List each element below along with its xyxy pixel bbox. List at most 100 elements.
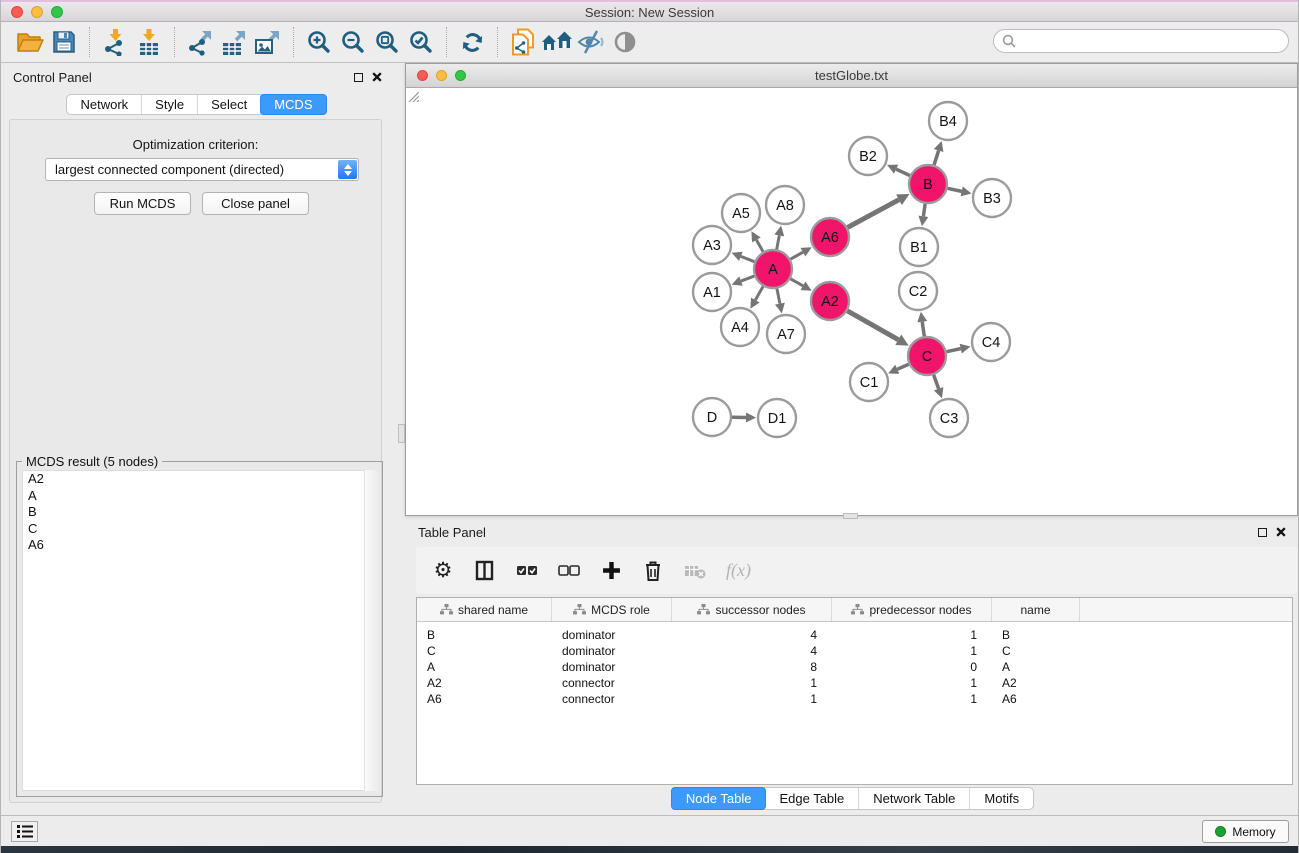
zoom-fit-icon[interactable] [370,25,404,59]
mcds-result-item[interactable]: C [23,521,376,538]
show-graphics-details-icon[interactable] [608,25,642,59]
table-cell[interactable]: 4 [672,644,832,658]
graph-edge-B-B1[interactable] [923,204,925,217]
resize-grip-icon[interactable] [406,89,419,102]
table-cell[interactable]: dominator [552,628,672,642]
tab-style[interactable]: Style [142,95,198,114]
hide-graphics-details-icon[interactable] [574,25,608,59]
hide-all-columns-icon[interactable] [558,559,580,583]
network-canvas[interactable]: B4B2BB3A8A5A6A3B1AA1C2A2A4A7C4CC1DD1C3 [406,89,1297,515]
graph-edge-C-C1[interactable] [897,364,908,369]
graph-edge-B-B3[interactable] [948,188,962,191]
graph-edge-B-B2[interactable] [896,169,910,175]
table-row[interactable]: A6connector11A6 [417,691,1292,707]
table-cell[interactable]: B [992,628,1080,642]
first-neighbors-icon[interactable] [540,25,574,59]
table-cell[interactable]: 1 [832,692,992,706]
column-header-mcds-role[interactable]: MCDS role [552,598,672,621]
apply-layout-icon[interactable] [455,25,489,59]
table-row[interactable]: Adominator80A [417,659,1292,675]
export-network-icon[interactable] [183,25,217,59]
search-input[interactable] [993,29,1289,53]
table-cell[interactable]: B [417,628,552,642]
toggle-column-view-icon[interactable] [474,559,496,583]
table-settings-icon[interactable]: ⚙ [432,559,454,583]
table-cell[interactable]: connector [552,692,672,706]
graph-edge-C-C3[interactable] [934,375,939,389]
graph-edge-A-A6[interactable] [790,252,803,259]
table-cell[interactable]: C [417,644,552,658]
panel-divider-handle[interactable] [398,424,405,443]
criterion-dropdown[interactable]: largest connected component (directed) [45,158,359,181]
mcds-result-item[interactable]: A6 [23,537,376,554]
table-row[interactable]: Cdominator41C [417,643,1292,659]
close-table-panel-icon[interactable] [1276,527,1286,537]
save-session-icon[interactable] [47,25,81,59]
graph-edge-A2-C[interactable] [847,311,898,340]
tab-edge-table[interactable]: Edge Table [765,788,859,809]
column-header-successor-nodes[interactable]: successor nodes [672,598,832,621]
memory-button[interactable]: Memory [1202,820,1289,843]
float-panel-icon[interactable] [354,73,363,82]
network-from-selection-icon[interactable] [506,25,540,59]
table-cell[interactable]: dominator [552,660,672,674]
mcds-result-item[interactable]: A2 [23,471,376,488]
graph-edge-A-A3[interactable] [741,256,755,261]
table-cell[interactable]: A6 [992,692,1080,706]
zoom-in-icon[interactable] [302,25,336,59]
graph-edge-A-A8[interactable] [777,235,780,249]
close-panel-button[interactable]: Close panel [202,192,309,215]
graph-edge-A-A4[interactable] [755,286,763,300]
graph-edge-C-C2[interactable] [922,322,924,336]
float-table-panel-icon[interactable] [1258,528,1267,537]
task-history-button[interactable] [11,821,38,842]
close-panel-icon[interactable] [372,72,382,82]
import-table-icon[interactable] [132,25,166,59]
graph-edge-B-B4[interactable] [934,151,939,165]
tab-network-table[interactable]: Network Table [859,788,970,809]
graph-edge-A-A5[interactable] [756,240,763,252]
table-row[interactable]: A2connector11A2 [417,675,1292,691]
table-cell[interactable]: connector [552,676,672,690]
table-row[interactable]: Bdominator41B [417,627,1292,643]
table-cell[interactable]: A2 [417,676,552,690]
tab-motifs[interactable]: Motifs [970,788,1033,809]
export-image-icon[interactable] [251,25,285,59]
table-cell[interactable]: C [992,644,1080,658]
column-header-name[interactable]: name [992,598,1080,621]
run-mcds-button[interactable]: Run MCDS [94,192,191,215]
import-network-icon[interactable] [98,25,132,59]
zoom-selected-icon[interactable] [404,25,438,59]
table-cell[interactable]: A [992,660,1080,674]
table-cell[interactable]: A6 [417,692,552,706]
table-cell[interactable]: 1 [672,676,832,690]
mcds-result-item[interactable]: B [23,504,376,521]
mcds-result-item[interactable]: A [23,488,376,505]
graph-edge-A-A7[interactable] [777,289,780,304]
table-cell[interactable]: 1 [832,628,992,642]
show-all-columns-icon[interactable] [516,559,538,583]
tab-network[interactable]: Network [67,95,142,114]
tab-select[interactable]: Select [198,95,261,114]
mcds-list-scrollbar[interactable] [364,470,377,791]
table-cell[interactable]: 4 [672,628,832,642]
table-cell[interactable]: 0 [832,660,992,674]
tab-mcds[interactable]: MCDS [260,94,326,115]
table-cell[interactable]: 8 [672,660,832,674]
graph-edge-A-A2[interactable] [790,279,803,286]
zoom-out-icon[interactable] [336,25,370,59]
graph-edge-A-A1[interactable] [741,276,754,281]
delete-columns-icon[interactable] [642,559,664,583]
table-cell[interactable]: 1 [672,692,832,706]
table-cell[interactable]: A [417,660,552,674]
open-session-icon[interactable] [13,25,47,59]
graph-edge-C-C4[interactable] [947,349,961,352]
create-new-column-icon[interactable] [600,559,622,583]
table-cell[interactable]: 1 [832,644,992,658]
graph-edge-A6-B[interactable] [848,200,899,228]
column-header-predecessor-nodes[interactable]: predecessor nodes [832,598,992,621]
table-cell[interactable]: A2 [992,676,1080,690]
table-cell[interactable]: 1 [832,676,992,690]
export-table-icon[interactable] [217,25,251,59]
column-header-shared-name[interactable]: shared name [417,598,552,621]
